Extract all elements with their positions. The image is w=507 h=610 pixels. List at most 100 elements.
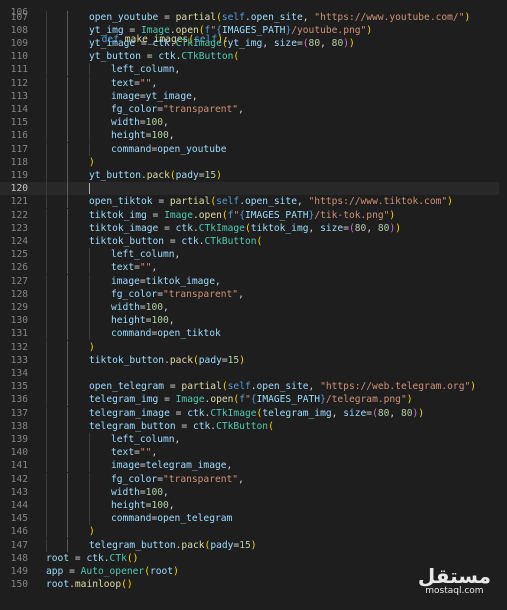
indent-guide — [67, 36, 68, 51]
line-number: 150 — [10, 579, 28, 591]
code-line[interactable]: 117 command=open_youtube — [0, 142, 507, 156]
line-number: 107 — [10, 11, 28, 23]
code-line[interactable]: 109 yt_image = ctk.CTkImage(yt_img, size=… — [0, 36, 507, 51]
indent-guide — [46, 116, 47, 130]
code-token: text — [111, 262, 135, 274]
code-line[interactable]: 134 — [0, 366, 507, 381]
indent-guide — [46, 380, 47, 394]
code-line[interactable]: 141 image=telegram_image, — [0, 459, 507, 473]
code-token: ctk — [181, 235, 199, 247]
code-line[interactable]: 144 height=100, — [0, 498, 507, 513]
code-token: telegram_button — [89, 420, 176, 432]
vertical-scrollbar[interactable] — [499, 0, 507, 610]
code-token: , — [168, 130, 175, 142]
code-line[interactable]: 132) — [0, 340, 507, 354]
line-code: yt_image = ctk.CTkImage(yt_img, size=(80… — [89, 37, 355, 50]
code-token: = — [158, 222, 176, 234]
line-number: 122 — [10, 209, 28, 221]
code-line[interactable]: 111 left_column, — [0, 63, 507, 77]
indent-guide — [46, 36, 47, 51]
indent-guide — [89, 248, 90, 262]
indent-guide — [46, 195, 47, 209]
code-token: Auto_opener — [80, 565, 145, 577]
code-token: text — [111, 77, 135, 89]
code-line[interactable]: 147 telegram_button.pack(pady=15) — [0, 538, 507, 552]
indent-guide — [67, 89, 68, 103]
code-line[interactable]: 107 open_youtube = partial(self.open_site… — [0, 10, 507, 24]
code-line[interactable]: 119 yt_button.pack(pady=15) — [0, 168, 507, 183]
indent-guide — [46, 23, 47, 37]
code-line[interactable]: 140 text="", — [0, 446, 507, 460]
code-line[interactable]: 110 yt_button = ctk.CTkButton( — [0, 50, 507, 64]
code-token: ) — [89, 341, 95, 353]
code-token: width — [111, 301, 140, 313]
code-line[interactable]: 148 root = ctk.CTk() — [0, 552, 507, 565]
line-code: telegram_button.pack(pady=15) — [89, 539, 257, 552]
code-line[interactable]: 127 image=tiktok_image, — [0, 274, 507, 288]
indent-guide — [89, 261, 90, 275]
code-line[interactable]: 133 tiktok_button.pack(pady=15) — [0, 353, 507, 367]
line-number: 143 — [10, 486, 28, 498]
indent-guide — [46, 129, 47, 143]
line-number: 118 — [10, 156, 28, 168]
code-line[interactable]: 116 height=100, — [0, 129, 507, 143]
code-line[interactable]: 136 telegram_img = Image.open(f"{IMAGES_P… — [0, 393, 507, 407]
code-line[interactable]: 145 command=open_telegram — [0, 512, 507, 526]
code-line[interactable]: 114 fg_color="transparent", — [0, 102, 507, 117]
code-token: pady — [198, 354, 222, 366]
indent-guide — [46, 366, 47, 381]
code-token: self — [221, 11, 245, 23]
indent-guide — [89, 63, 90, 77]
code-line[interactable]: 137 telegram_image = ctk.CTkImage(telegra… — [0, 406, 507, 420]
code-line[interactable]: 120 — [0, 182, 507, 196]
code-line[interactable]: 125 left_column, — [0, 248, 507, 262]
code-line[interactable]: 108 yt_img = Image.open(f"{IMAGES_PATH}/y… — [0, 23, 507, 37]
indent-guide — [89, 432, 90, 447]
code-token: /telegram.png" — [325, 394, 407, 406]
code-line[interactable]: 143 width=100, — [0, 485, 507, 499]
code-token: ) — [173, 565, 179, 577]
code-token: IMAGES_PATH — [256, 394, 321, 406]
code-editor[interactable]: 106 def make_images(self): 107 open_youtu… — [0, 0, 507, 610]
code-token: "" — [139, 262, 152, 274]
code-line[interactable]: 122 tiktok_img = Image.open(f"{IMAGES_PAT… — [0, 208, 507, 222]
code-line[interactable]: 131 command=open_tiktok — [0, 327, 507, 341]
line-code: left_column, — [111, 63, 180, 76]
code-token: 80 — [308, 37, 321, 49]
code-line[interactable]: 142 fg_color="transparent", — [0, 472, 507, 486]
line-code: command=open_tiktok — [111, 327, 221, 340]
code-line[interactable]: 139 left_column, — [0, 432, 507, 447]
code-token: ) — [216, 169, 222, 181]
code-token: 100 — [145, 301, 163, 313]
code-token: image — [111, 275, 140, 287]
indent-guide — [67, 63, 68, 77]
code-line[interactable]: 138 telegram_button = ctk.CTkButton( — [0, 419, 507, 433]
code-line[interactable]: 123 tiktok_image = ctk.CTkImage(tiktok_im… — [0, 221, 507, 235]
code-line[interactable]: 128 fg_color="transparent", — [0, 287, 507, 301]
line-code: tiktok_image = ctk.CTkImage(tiktok_img, … — [89, 222, 401, 235]
code-line[interactable]: 121 open_tiktok = partial(self.open_site,… — [0, 195, 507, 209]
indent-guide — [67, 76, 68, 90]
code-line[interactable]: 115 width=100, — [0, 116, 507, 130]
code-line[interactable]: 135 open_telegram = partial(self.open_sit… — [0, 380, 507, 394]
code-token: mainloop — [74, 579, 122, 591]
code-line[interactable]: 129 width=100, — [0, 300, 507, 315]
code-token: = — [169, 407, 188, 419]
code-line[interactable]: 130 height=100, — [0, 314, 507, 328]
code-token: ) — [250, 539, 257, 551]
code-line[interactable]: 124 tiktok_button = ctk.CTkButton( — [0, 234, 507, 249]
code-line[interactable]: 113 image=yt_image, — [0, 89, 507, 103]
code-line[interactable]: 146) — [0, 525, 507, 539]
code-line[interactable]: 118) — [0, 155, 507, 169]
indent-guide — [89, 129, 90, 143]
code-token: = — [158, 394, 176, 406]
code-token: fg_color — [111, 473, 158, 485]
indent-guide — [46, 287, 47, 301]
indent-guide — [67, 366, 68, 381]
code-token: /youtube.png" — [291, 24, 367, 36]
code-line[interactable]: 112 text="", — [0, 76, 507, 90]
code-token: self — [216, 196, 240, 208]
indent-guide — [67, 327, 68, 341]
code-token: , — [226, 460, 233, 472]
code-line[interactable]: 126 text="", — [0, 261, 507, 275]
